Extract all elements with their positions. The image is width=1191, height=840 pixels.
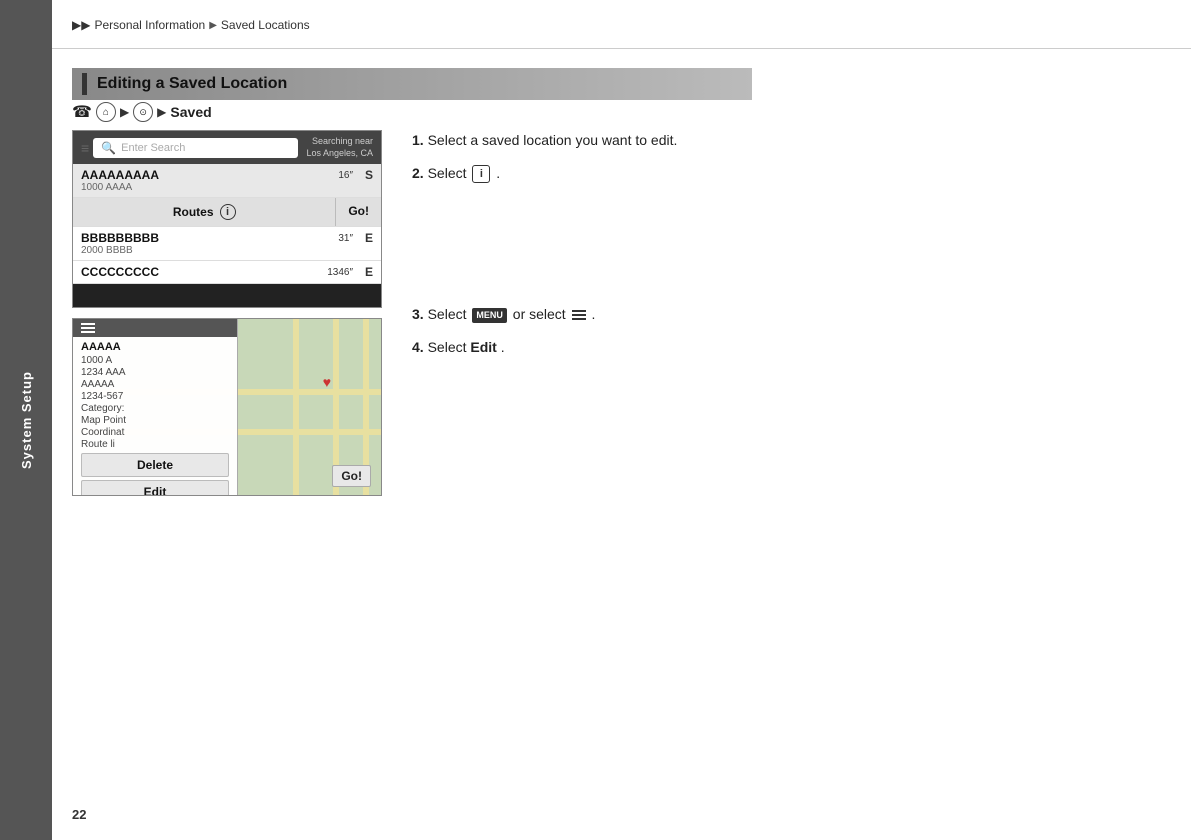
routes-go-row: Routes i Go! <box>73 198 381 227</box>
breadcrumb-arrows: ▶▶ <box>72 18 90 32</box>
list-item-1[interactable]: AAAAAAAAA 1000 AAAA 16″ S <box>73 164 381 198</box>
info-icon-inline: i <box>472 165 490 183</box>
menu-badge-icon: MENU <box>472 308 507 324</box>
step2-prefix: Select <box>428 165 471 181</box>
step-2: 2. Select i . <box>412 163 812 184</box>
hamburger-top-icon: ≡ <box>81 140 89 156</box>
step4-prefix: Select <box>428 339 471 355</box>
nav-icons-row: ☎ ⌂ ▶ ⊙ ▶ Saved <box>72 102 212 122</box>
step3-number: 3. <box>412 306 424 322</box>
section-bar <box>82 73 87 95</box>
info-icon: i <box>220 204 236 220</box>
list-item-3[interactable]: CCCCCCCCC 1346″ E <box>73 261 381 284</box>
popup-panel: AAAAA 1000 A 1234 AAA AAAAA 1234-567 Cat… <box>73 319 238 495</box>
item1-letter: S <box>365 168 373 182</box>
item1-name: AAAAAAAAA <box>81 168 373 182</box>
step4-edit: Edit <box>470 339 496 355</box>
screen-top-header: ≡ 🔍 Enter Search Searching near Los Ange… <box>73 131 381 164</box>
item2-addr: 2000 BBBB <box>81 245 373 256</box>
item1-addr: 1000 AAAA <box>81 182 373 193</box>
item1-dist: 16″ <box>338 170 353 181</box>
popup-addr3: AAAAA <box>81 379 229 390</box>
item3-dist: 1346″ <box>327 267 353 278</box>
step3-prefix: Select <box>428 306 471 322</box>
page-number: 22 <box>72 807 86 822</box>
nav-arrow2: ▶ <box>157 105 166 119</box>
breadcrumb: ▶▶ Personal Information ▶ Saved Location… <box>72 18 310 32</box>
search-near-text: Searching near Los Angeles, CA <box>306 136 373 159</box>
section-header: Editing a Saved Location <box>72 68 752 100</box>
step3-suffix: . <box>591 306 595 322</box>
breadcrumb-arrow2: ▶ <box>209 20 217 31</box>
step2-suffix: . <box>496 165 500 181</box>
step1-text: Select a saved location you want to edit… <box>428 132 678 148</box>
popup-coordinate: Coordinat <box>81 427 229 438</box>
edit-button[interactable]: Edit <box>81 480 229 496</box>
top-divider <box>52 48 1191 49</box>
go-label: Go! <box>348 204 369 218</box>
screen-top-list: AAAAAAAAA 1000 AAAA 16″ S Routes i Go! <box>73 164 381 284</box>
search-icon: 🔍 <box>101 141 116 155</box>
popup-addr1: 1000 A <box>81 355 229 366</box>
popup-route-info: Route li <box>81 439 229 450</box>
delete-button[interactable]: Delete <box>81 453 229 477</box>
sidebar-label: System Setup <box>19 371 34 469</box>
item2-dist: 31″ <box>338 233 353 244</box>
popup-category: Category: <box>81 403 229 414</box>
home-icon: ⌂ <box>96 102 116 122</box>
nav-saved-label: Saved <box>170 104 211 120</box>
step-3: 3. Select MENU or select . <box>412 304 812 325</box>
hamburger-inline-icon <box>572 310 586 320</box>
map-marker-heart: ♥ <box>323 374 331 390</box>
routes-button[interactable]: Routes i <box>73 198 336 226</box>
sidebar: System Setup <box>0 0 52 840</box>
go-button[interactable]: Go! <box>336 198 381 226</box>
popup-location-name: AAAAA <box>81 341 229 353</box>
step4-suffix: . <box>501 339 505 355</box>
map-road-v1 <box>293 319 299 495</box>
phone-icon: ☎ <box>72 102 92 122</box>
popup-addr4: 1234-567 <box>81 391 229 402</box>
popup-map-point: Map Point <box>81 415 229 426</box>
breadcrumb-item1: Personal Information <box>94 18 205 32</box>
section-title: Editing a Saved Location <box>97 75 287 93</box>
step1-number: 1. <box>412 132 424 148</box>
search-bar[interactable]: 🔍 Enter Search <box>93 138 298 158</box>
step4-number: 4. <box>412 339 424 355</box>
main-content: ▶▶ Personal Information ▶ Saved Location… <box>52 0 1191 840</box>
item3-letter: E <box>365 265 373 279</box>
map-go-button[interactable]: Go! <box>332 465 371 487</box>
screen-bottom: ♥ AAAAA 1000 A 1234 AAA AAAAA 1234-567 C… <box>72 318 382 496</box>
breadcrumb-item2: Saved Locations <box>221 18 310 32</box>
popup-header <box>73 319 237 337</box>
list-item-2[interactable]: BBBBBBBBB 2000 BBBB 31″ E <box>73 227 381 261</box>
step3-middle: or select <box>513 306 570 322</box>
popup-addr2: 1234 AAA <box>81 367 229 378</box>
menu-circle-icon: ⊙ <box>133 102 153 122</box>
step-1: 1. Select a saved location you want to e… <box>412 130 812 151</box>
step2-number: 2. <box>412 165 424 181</box>
screen-top: ≡ 🔍 Enter Search Searching near Los Ange… <box>72 130 382 308</box>
step-4: 4. Select Edit . <box>412 337 812 358</box>
routes-label: Routes <box>173 205 214 219</box>
search-placeholder: Enter Search <box>121 142 185 154</box>
hamburger-icon <box>81 323 95 333</box>
item2-name: BBBBBBBBB <box>81 231 373 245</box>
item2-letter: E <box>365 231 373 245</box>
screenshots-panel: ≡ 🔍 Enter Search Searching near Los Ange… <box>72 130 382 496</box>
instructions-panel: 1. Select a saved location you want to e… <box>412 130 812 370</box>
nav-arrow1: ▶ <box>120 105 129 119</box>
